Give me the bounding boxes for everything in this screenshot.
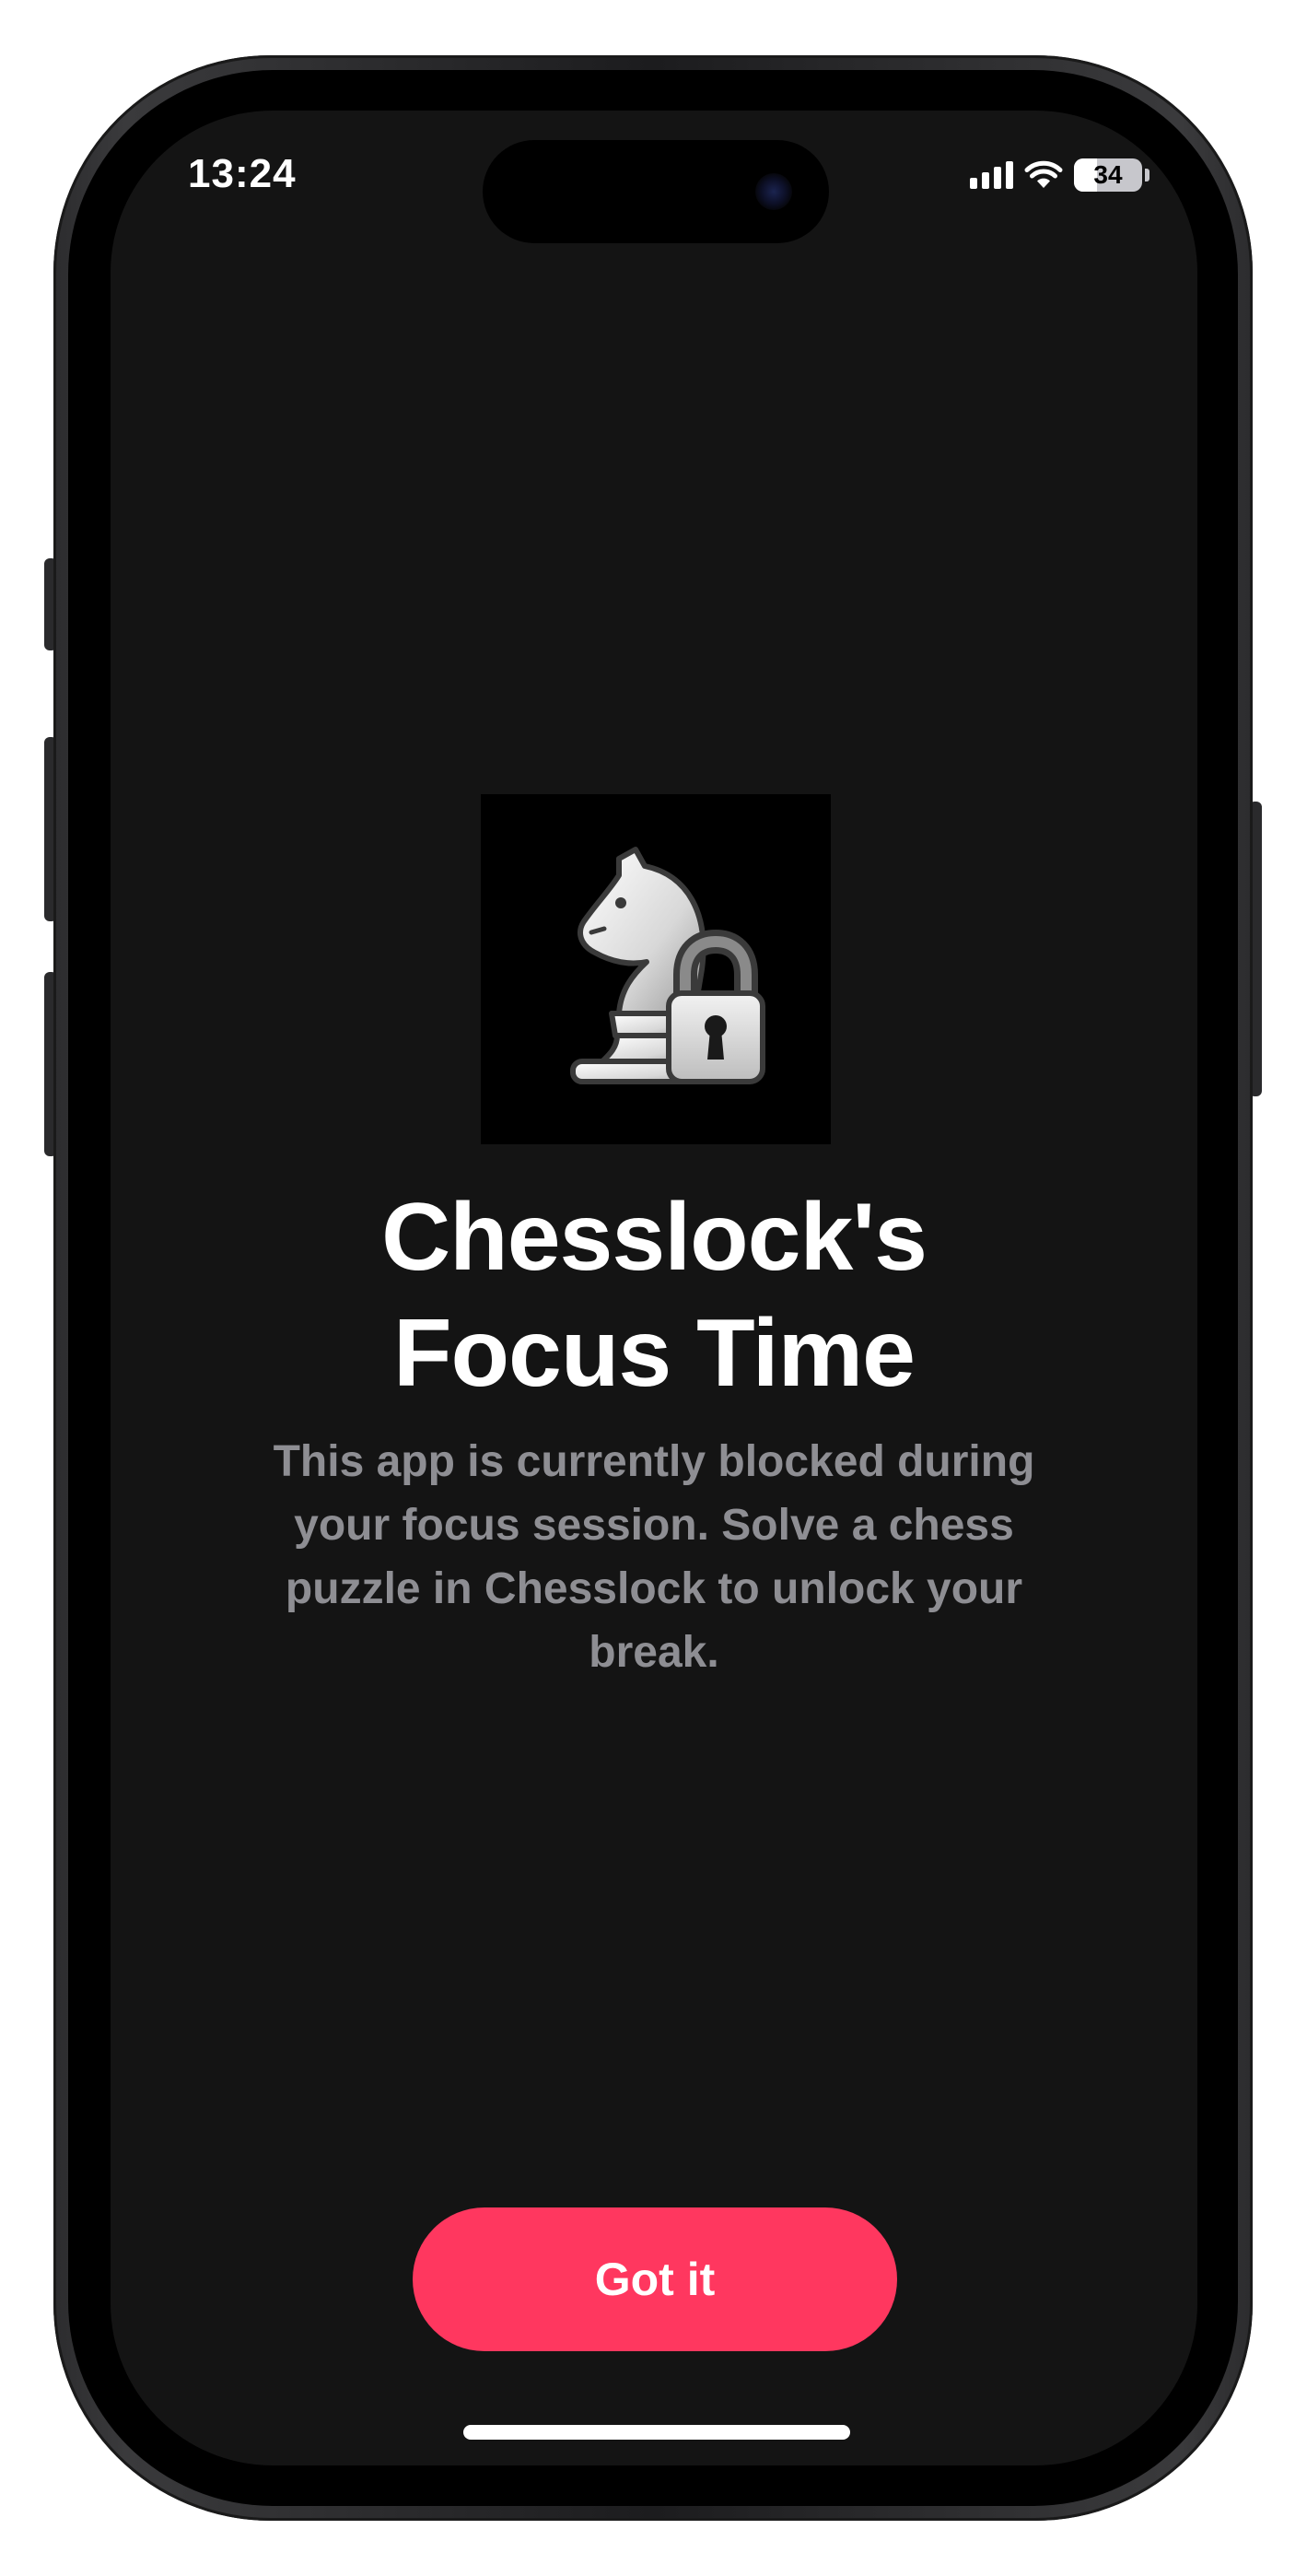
got-it-button[interactable]: Got it	[413, 2207, 897, 2351]
device-screenshot: 13:24 34 Chesslock's Focus Time This app…	[0, 0, 1307, 2576]
battery-tip	[1145, 169, 1149, 181]
chess-knight-lock-icon	[481, 794, 831, 1144]
blocked-message: This app is currently blocked during you…	[273, 1437, 1035, 1677]
knight-lock-graphic	[570, 847, 765, 1084]
dynamic-island	[483, 140, 829, 243]
battery-body: 34	[1074, 158, 1142, 192]
status-indicators: 34	[970, 157, 1149, 193]
battery-icon: 34	[1074, 158, 1149, 192]
battery-level-text: 34	[1093, 160, 1123, 189]
status-time: 13:24	[188, 151, 297, 196]
home-indicator[interactable]	[463, 2425, 850, 2440]
title-line-1: Chesslock's	[381, 1184, 928, 1291]
wifi-icon	[1024, 160, 1063, 188]
screen: 13:24 34 Chesslock's Focus Time This app…	[111, 111, 1197, 2465]
camera-icon	[755, 173, 792, 210]
page-title: Chesslock's Focus Time	[193, 1179, 1114, 1411]
signal-icon	[970, 161, 1013, 189]
title-line-2: Focus Time	[392, 1300, 916, 1407]
